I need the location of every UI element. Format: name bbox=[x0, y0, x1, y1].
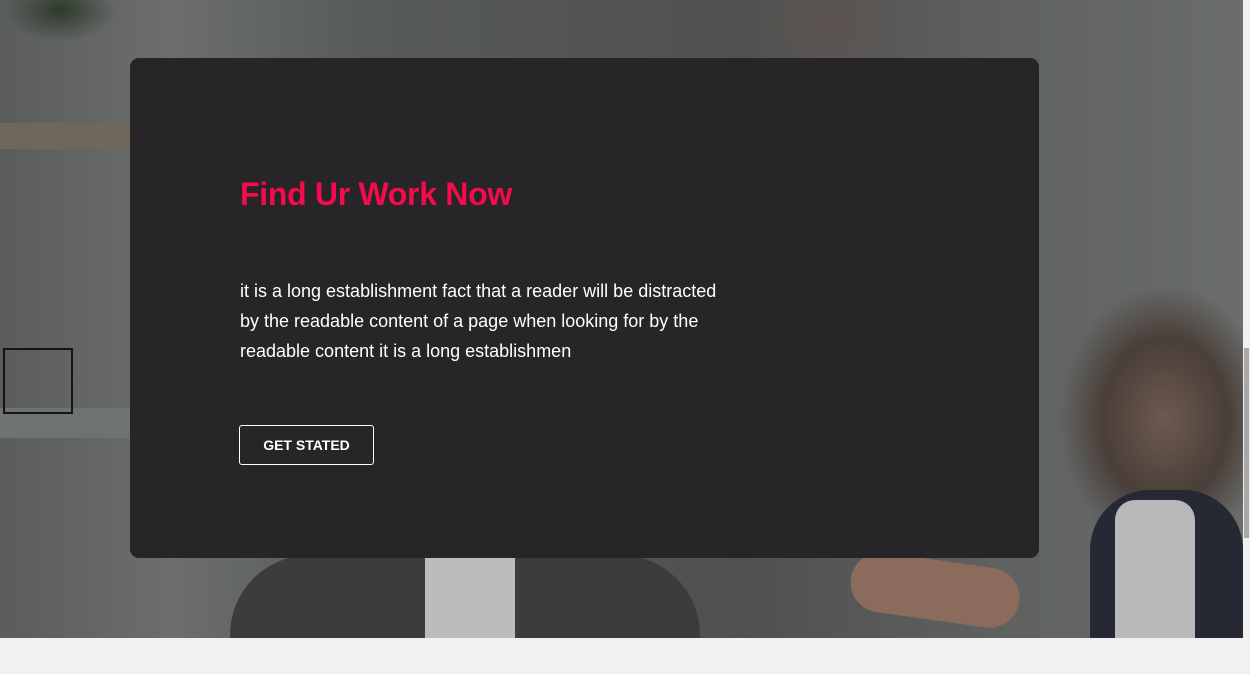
hero-card: Find Ur Work Now it is a long establishm… bbox=[130, 58, 1039, 558]
get-started-button[interactable]: GET STATED bbox=[239, 425, 374, 465]
page-scrollbar-thumb[interactable] bbox=[1244, 348, 1249, 538]
hero-title: Find Ur Work Now bbox=[240, 176, 512, 212]
page-scrollbar-track[interactable] bbox=[1243, 0, 1250, 638]
person-decoration bbox=[425, 555, 515, 638]
hand-decoration bbox=[846, 548, 1024, 632]
shelf-decoration bbox=[0, 123, 140, 149]
plant-decoration bbox=[0, 0, 150, 60]
person-decoration bbox=[1115, 500, 1195, 638]
hero-description: it is a long establishment fact that a r… bbox=[240, 281, 717, 361]
page-footer-strip bbox=[0, 638, 1250, 674]
lamp-decoration bbox=[3, 348, 73, 414]
